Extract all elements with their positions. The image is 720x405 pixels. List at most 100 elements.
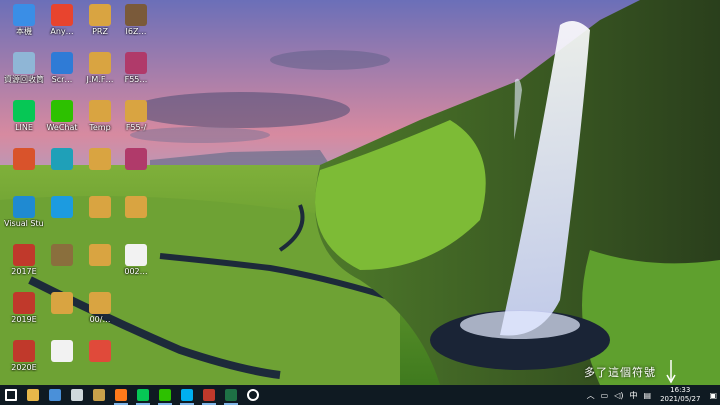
anydesk-icon: [51, 4, 73, 26]
photos-button[interactable]: [88, 385, 110, 405]
desktop-icon[interactable]: [42, 340, 82, 363]
archive-icon: [125, 148, 147, 170]
clock[interactable]: 16:33 2021/05/27: [654, 386, 706, 404]
start-button[interactable]: [0, 385, 22, 405]
folder-icon: [27, 389, 39, 401]
folder-icon: [89, 244, 111, 266]
app-button[interactable]: [44, 385, 66, 405]
app-icon: [203, 389, 215, 401]
excel-icon: [225, 389, 237, 401]
desktop-icon[interactable]: LINE: [4, 100, 44, 132]
skype-button[interactable]: [176, 385, 198, 405]
excel-button[interactable]: [220, 385, 242, 405]
desktop-icon-label: Visual Stu…: [4, 219, 44, 228]
folder-icon: [51, 292, 73, 314]
desktop-icon[interactable]: [80, 196, 120, 219]
desktop-icon[interactable]: 002…: [116, 244, 156, 276]
chevron-up-icon[interactable]: ︿: [584, 390, 598, 401]
windows-icon: [5, 389, 17, 401]
desktop-icon[interactable]: 本機: [4, 4, 44, 36]
notification-icon[interactable]: ▣: [706, 391, 720, 400]
desktop-icon[interactable]: 2020E: [4, 340, 44, 372]
folder-icon: [89, 292, 111, 314]
desktop-icon[interactable]: Scr…: [42, 52, 82, 84]
desktop-icon-label: WeChat: [46, 123, 78, 132]
line-icon: [13, 100, 35, 122]
firefox-icon: [115, 389, 127, 401]
desktop-icon[interactable]: F55…: [116, 52, 156, 84]
gear-icon: [247, 389, 259, 401]
desktop-icon[interactable]: [4, 148, 44, 171]
desktop-icon[interactable]: [42, 148, 82, 171]
folder-icon: [125, 196, 147, 218]
skype-icon: [181, 389, 193, 401]
desktop-icon[interactable]: F55-/: [116, 100, 156, 132]
desktop-icon-label: PRZ: [92, 27, 108, 36]
desktop-icon-label: 002…: [124, 267, 148, 276]
desktop-icon[interactable]: [116, 340, 156, 363]
clock-date: 2021/05/27: [660, 395, 701, 403]
desktop-icon[interactable]: 2019E: [4, 292, 44, 324]
desktop-icon[interactable]: 00/…: [80, 292, 120, 324]
desktop-icon[interactable]: WeChat: [42, 100, 82, 132]
volume-icon[interactable]: ◁): [611, 391, 626, 400]
network-icon[interactable]: ▭: [598, 391, 612, 400]
desktop-icon[interactable]: Visual Stu…: [4, 196, 44, 228]
app-icon: [51, 244, 73, 266]
browser-icon: [71, 389, 83, 401]
app-icon: [13, 292, 35, 314]
app-icon: [49, 389, 61, 401]
desktop-icon-label: J.M.F…: [86, 75, 114, 84]
edge-button[interactable]: [66, 385, 88, 405]
folder-icon: [89, 52, 111, 74]
wechat-button[interactable]: [154, 385, 176, 405]
desktop-icon[interactable]: Temp: [80, 100, 120, 132]
desktop-icon[interactable]: [42, 196, 82, 219]
desktop-icon[interactable]: [116, 148, 156, 171]
desktop-icon[interactable]: 2017E: [4, 244, 44, 276]
desktop-icon-label: LINE: [15, 123, 33, 132]
file-explorer-button[interactable]: [22, 385, 44, 405]
desktop-icon[interactable]: PRZ: [80, 4, 120, 36]
desktop-icon[interactable]: [42, 244, 82, 267]
desktop-icon-label: 資源回收筒: [4, 75, 44, 84]
recycle-bin-icon: [13, 52, 35, 74]
wechat-icon: [51, 100, 73, 122]
desktop-icon-label: 本機: [16, 27, 32, 36]
screenshot-icon: [51, 52, 73, 74]
folder-icon: [89, 100, 111, 122]
archive-icon: [125, 52, 147, 74]
photos-icon: [93, 389, 105, 401]
desktop-icon[interactable]: J.M.F…: [80, 52, 120, 84]
pdf-icon: [89, 340, 111, 362]
desktop-icon[interactable]: [80, 244, 120, 267]
desktop-icon-label: I6Z…: [125, 27, 147, 36]
firefox-button[interactable]: [110, 385, 132, 405]
annotation-text: 多了這個符號: [584, 366, 656, 379]
image-file-icon: [125, 4, 147, 26]
folder-icon: [89, 148, 111, 170]
document-icon: [51, 340, 73, 362]
clock-time: 16:33: [670, 386, 691, 394]
line-icon: [137, 389, 149, 401]
desktop-icon[interactable]: [116, 292, 156, 315]
desktop-icon[interactable]: Any…: [42, 4, 82, 36]
desktop-icon[interactable]: 資源回收筒: [4, 52, 44, 84]
folder-icon: [125, 100, 147, 122]
desktop-icon-label: F55-/: [125, 123, 147, 132]
desktop-icon[interactable]: [80, 340, 120, 363]
keyboard-icon[interactable]: ▤: [641, 391, 655, 400]
app-icon: [51, 148, 73, 170]
taskbar: ︿ ▭ ◁) 中 ▤ 16:33 2021/05/27 ▣: [0, 385, 720, 405]
desktop-icon[interactable]: [80, 148, 120, 171]
wechat-icon: [159, 389, 171, 401]
desktop-icon[interactable]: [116, 196, 156, 219]
desktop-icon[interactable]: I6Z…: [116, 4, 156, 36]
desktop-icon[interactable]: [42, 292, 82, 315]
line-button[interactable]: [132, 385, 154, 405]
settings-button[interactable]: [242, 385, 264, 405]
ime-indicator[interactable]: 中: [627, 390, 641, 401]
desktop-icon-label: 2019E: [11, 315, 37, 324]
app2-button[interactable]: [198, 385, 220, 405]
desktop-icon-label: Any…: [50, 27, 74, 36]
